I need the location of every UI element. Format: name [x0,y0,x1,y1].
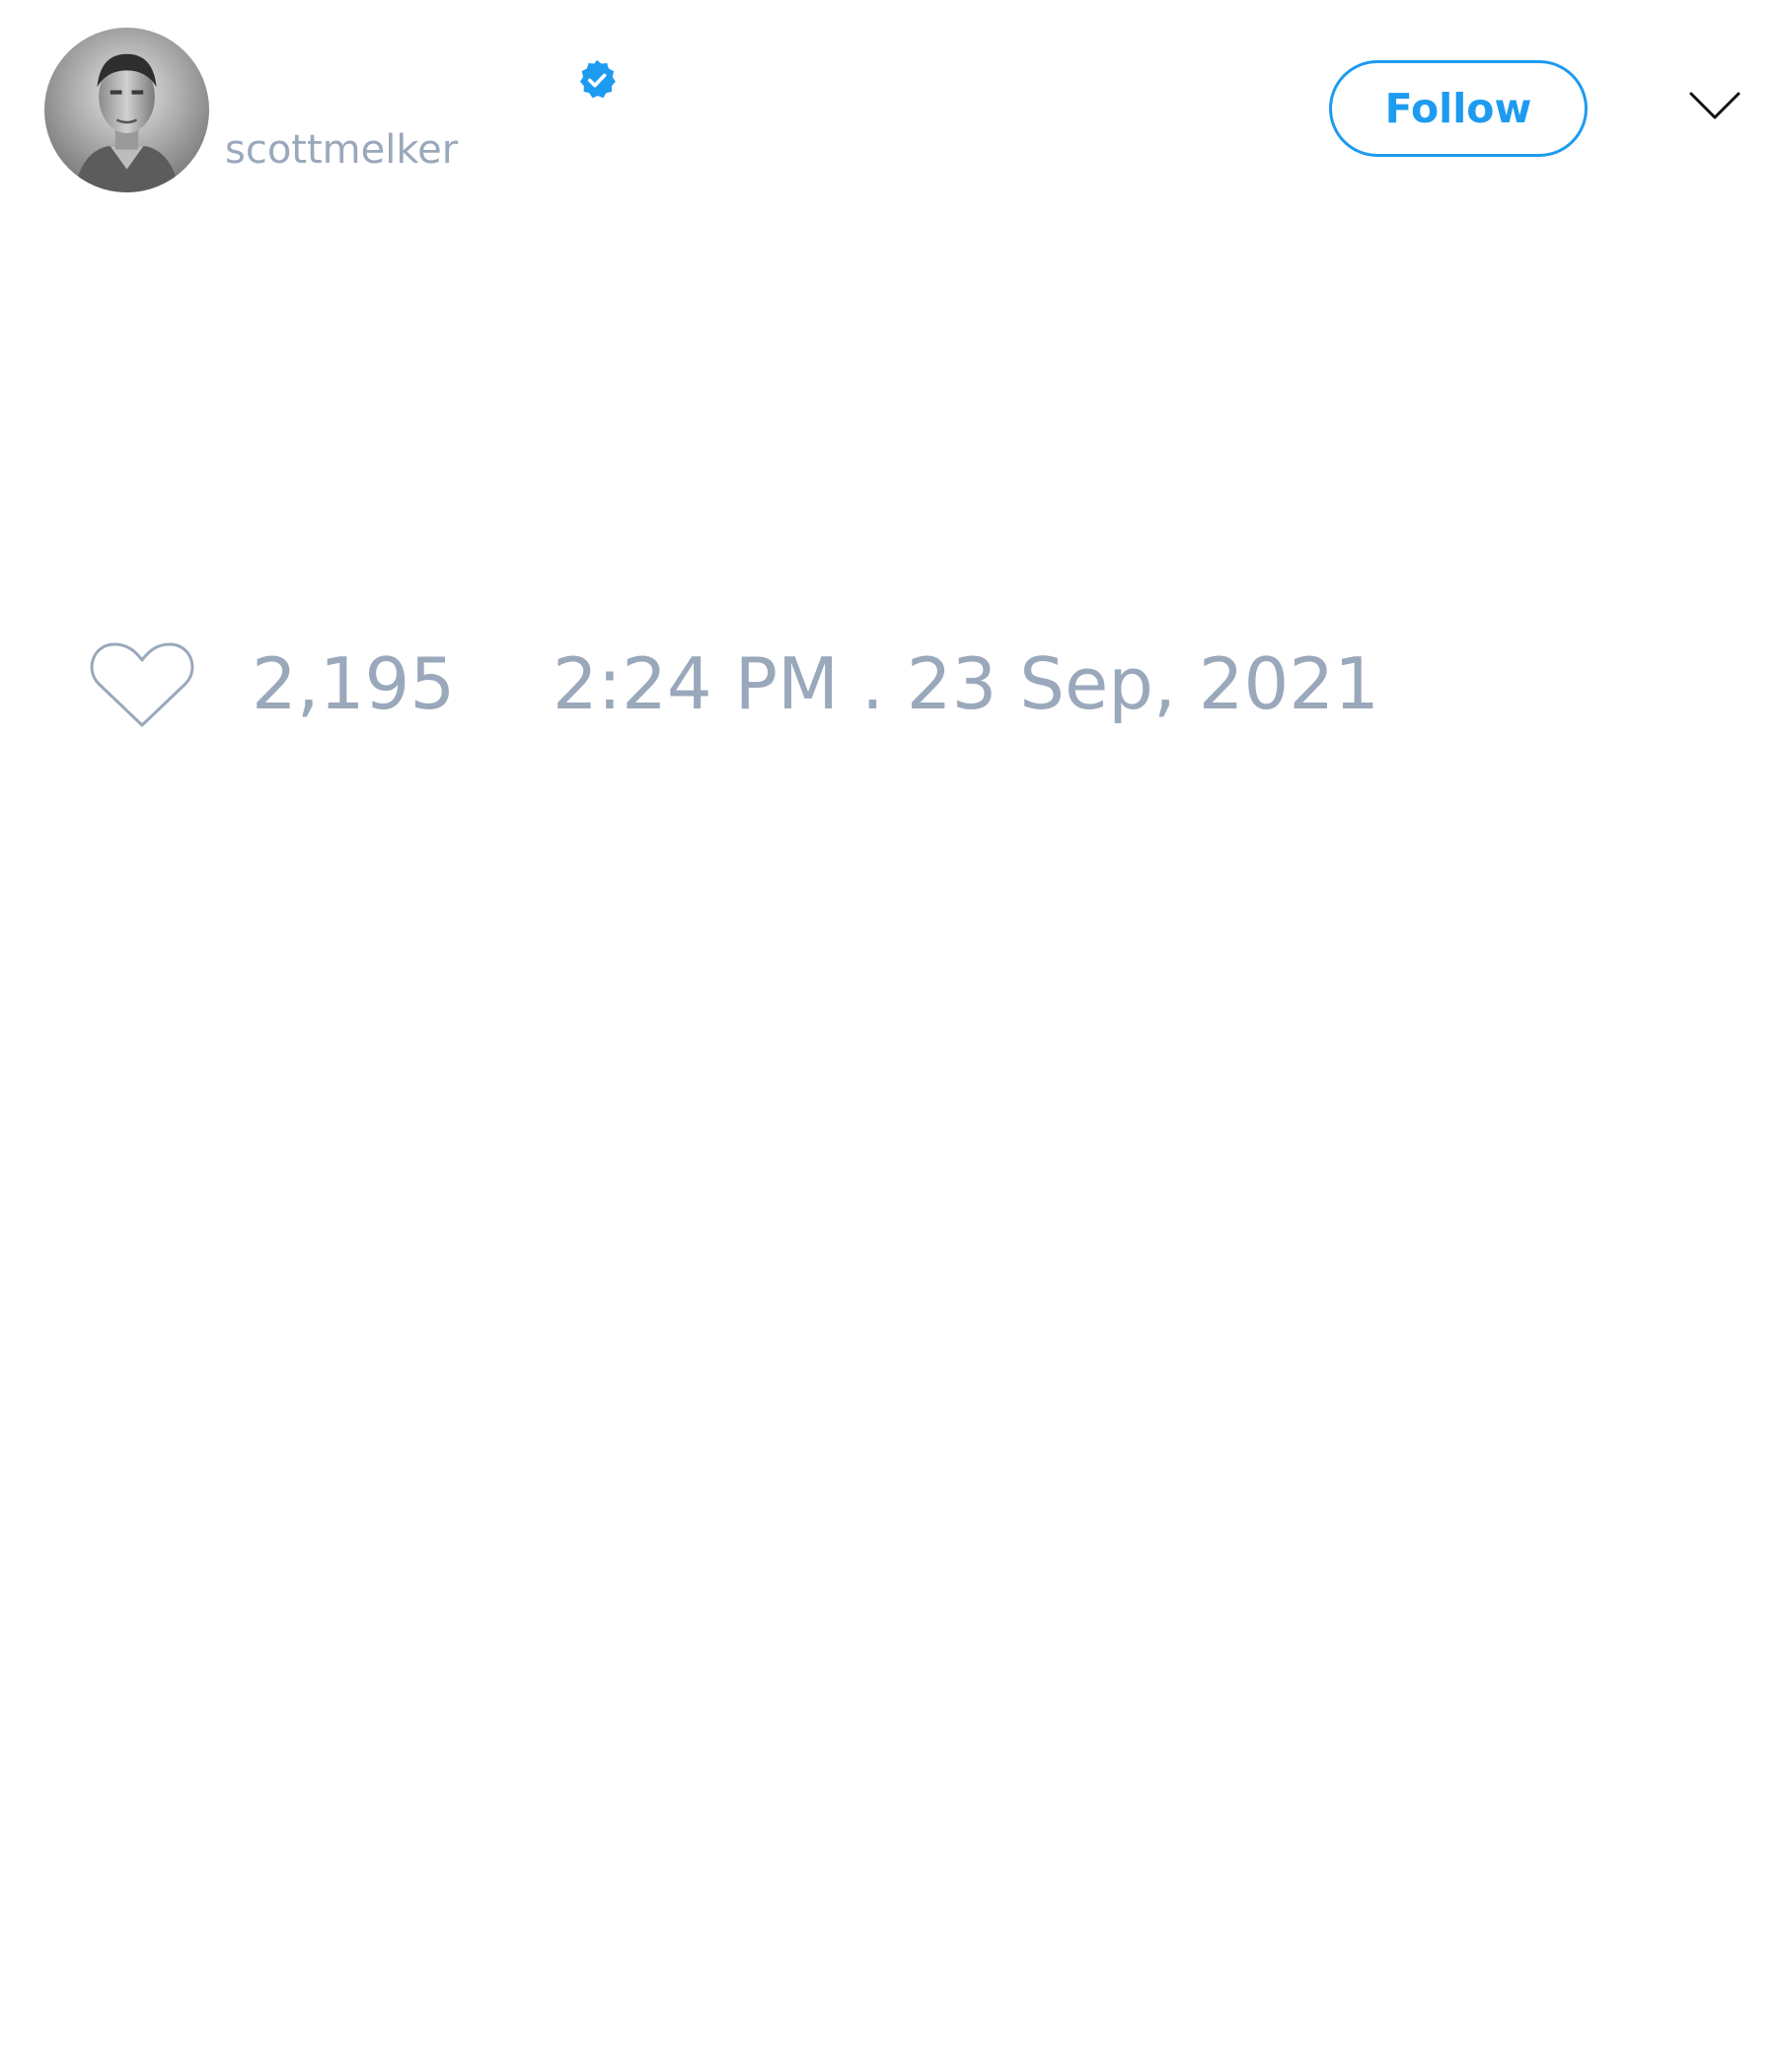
tweet-embed: scottmelker Follow 2,195 2:24 PM . 23 Se… [0,0,1776,2072]
verified-badge-icon [574,57,620,103]
like-count: 2,195 [252,642,456,725]
author-handle[interactable]: scottmelker [225,126,458,174]
follow-button[interactable]: Follow [1329,60,1588,157]
avatar-photo [44,28,209,192]
chevron-down-icon[interactable] [1689,91,1740,120]
heart-outline-icon[interactable] [89,638,195,729]
avatar[interactable] [44,28,209,192]
tweet-timestamp[interactable]: 2:24 PM . 23 Sep, 2021 [553,641,1379,726]
tweet-footer: 2,195 2:24 PM . 23 Sep, 2021 [89,631,1569,730]
